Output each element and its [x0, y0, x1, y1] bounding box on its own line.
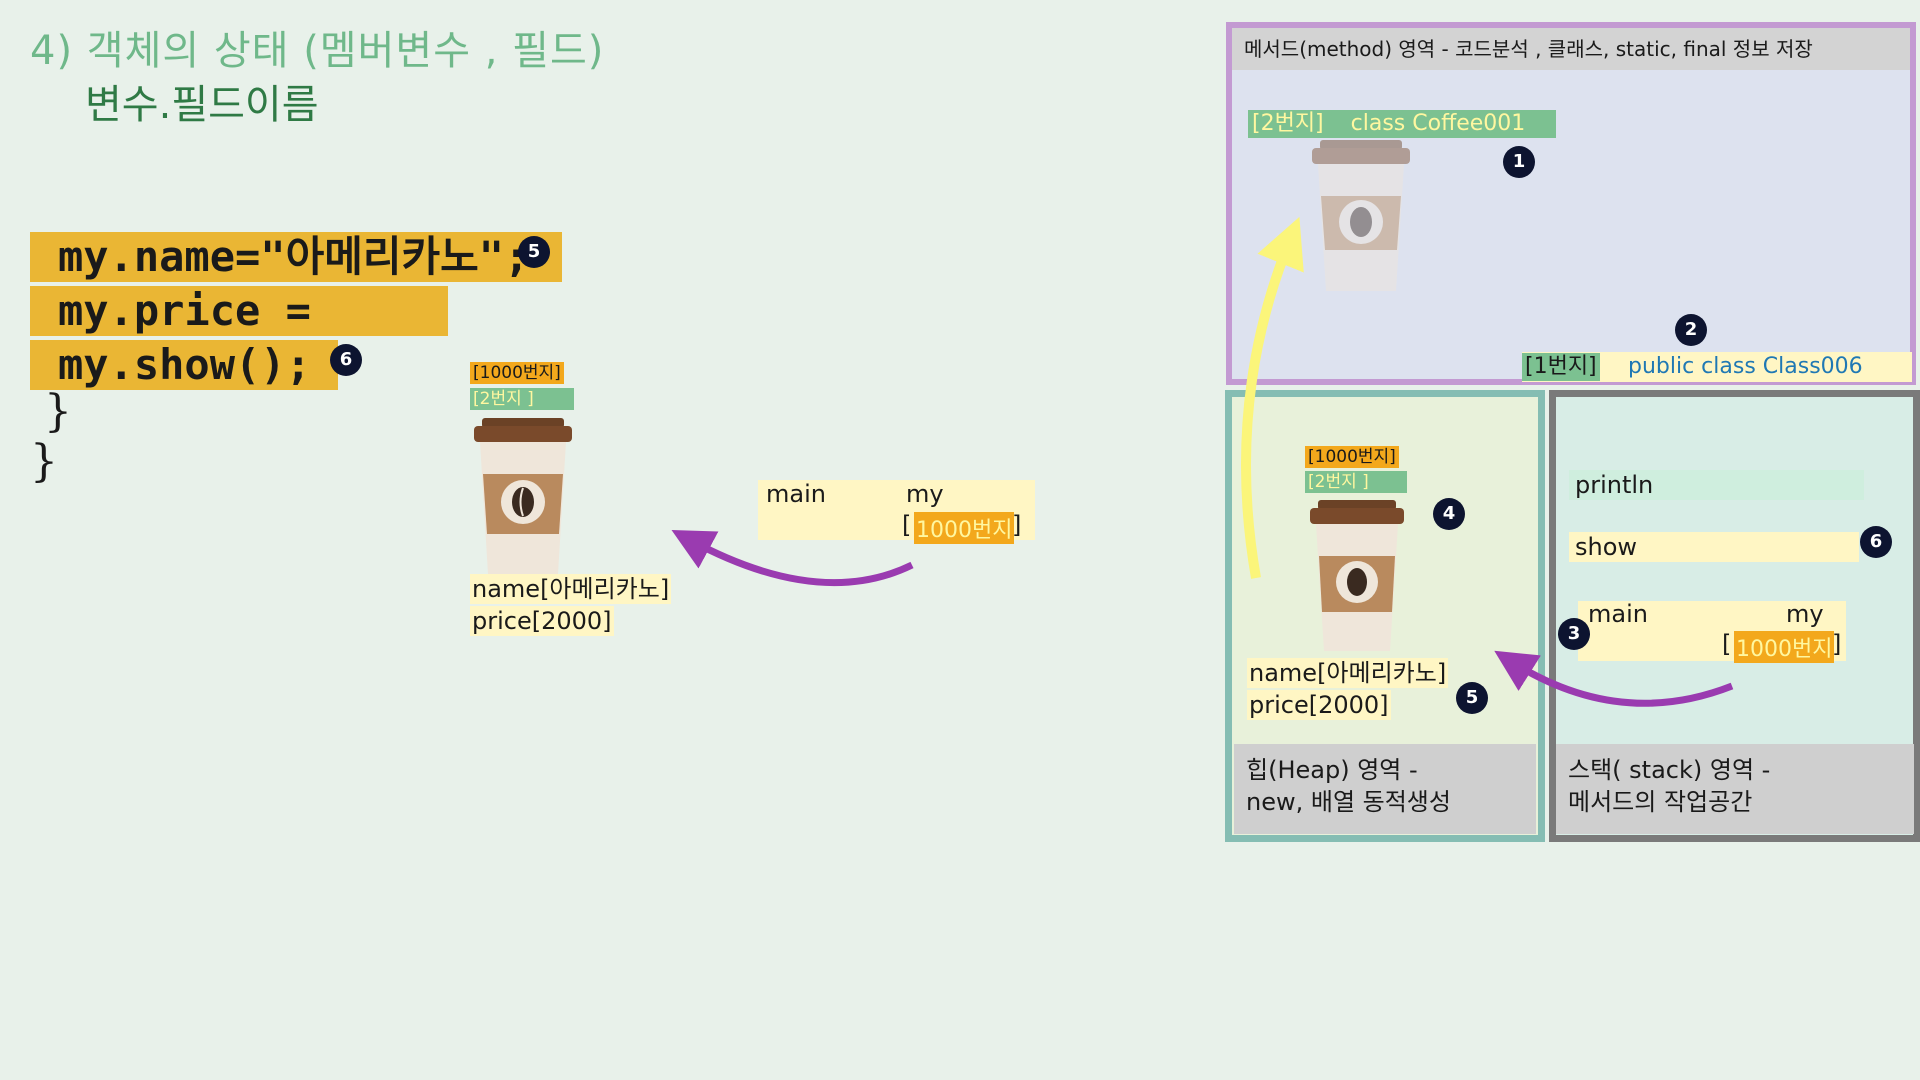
object-field-name: name[아메리카노] — [470, 574, 672, 604]
my-reference-address: 1000번지 — [914, 512, 1015, 544]
code-line-show: my.show(); — [30, 340, 338, 390]
class-coffee-entry: [2번지] class Coffee001 — [1248, 110, 1556, 138]
stack-bracket-close: ] — [1832, 630, 1842, 658]
code-line-price: my.price = 2000; — [30, 286, 448, 385]
reference-arrow-left — [671, 530, 914, 587]
stack-area-footer: 스택( stack) 영역 - 메서드의 작업공간 — [1556, 744, 1914, 834]
step-badge-6: 6 — [330, 344, 362, 376]
object-class-address: [2번지 ] — [470, 388, 574, 410]
step-badge-3: 3 — [1558, 618, 1590, 650]
heap-footer-line1: 힙(Heap) 영역 - — [1246, 756, 1418, 784]
step-badge-4: 4 — [1433, 498, 1465, 530]
code-line-name: my.name="아메리카노"; — [30, 232, 562, 282]
closing-brace-inner: } — [44, 386, 72, 437]
println-frame: println — [1569, 470, 1864, 500]
object-heap-address: [1000번지] — [470, 362, 564, 384]
heap-footer-line2: new, 배열 동적생성 — [1246, 788, 1451, 816]
main-frame-label: main — [766, 480, 826, 508]
stack-footer-line1: 스택( stack) 영역 - — [1568, 756, 1771, 784]
stack-my-address: 1000번지 — [1734, 631, 1835, 663]
step-badge-5: 5 — [518, 236, 550, 268]
step-badge-1: 1 — [1503, 146, 1535, 178]
heap-field-name: name[아메리카노] — [1247, 658, 1449, 688]
class-coffee-address: [2번지] — [1252, 111, 1324, 136]
heap-area-footer: 힙(Heap) 영역 - new, 배열 동적생성 — [1234, 744, 1536, 834]
step-badge-5-heap: 5 — [1456, 682, 1488, 714]
closing-brace-outer: } — [30, 436, 58, 487]
section-subtitle: 변수.필드이름 — [85, 82, 319, 128]
class-coffee-name: class Coffee001 — [1350, 111, 1526, 136]
main-class-name: public class Class006 — [1628, 354, 1863, 379]
step-badge-6-stack: 6 — [1860, 526, 1892, 558]
stack-my-label: my — [1786, 600, 1824, 628]
stack-main-label: main — [1588, 600, 1648, 628]
method-area-header: 메서드(method) 영역 - 코드분석 , 클래스, static, fin… — [1232, 28, 1910, 70]
object-field-price: price[2000] — [470, 606, 614, 636]
bracket-open: [ — [902, 511, 912, 539]
show-frame: show — [1569, 532, 1859, 562]
coffee-cup-icon — [1310, 500, 1404, 651]
main-class-address: [1번지] — [1522, 353, 1600, 381]
stack-footer-line2: 메서드의 작업공간 — [1568, 788, 1753, 816]
stack-bracket-open: [ — [1722, 630, 1732, 658]
my-variable-label: my — [906, 480, 944, 508]
heap-field-price: price[2000] — [1247, 690, 1391, 720]
coffee-cup-icon — [1312, 140, 1410, 291]
heap-object-address: [1000번지] — [1305, 446, 1399, 468]
bracket-close: ] — [1012, 511, 1022, 539]
heap-class-address: [2번지 ] — [1305, 471, 1407, 493]
coffee-cup-icon — [474, 418, 572, 574]
section-title: 4) 객체의 상태 (멤버변수 , 필드) — [30, 28, 605, 74]
step-badge-2: 2 — [1675, 314, 1707, 346]
